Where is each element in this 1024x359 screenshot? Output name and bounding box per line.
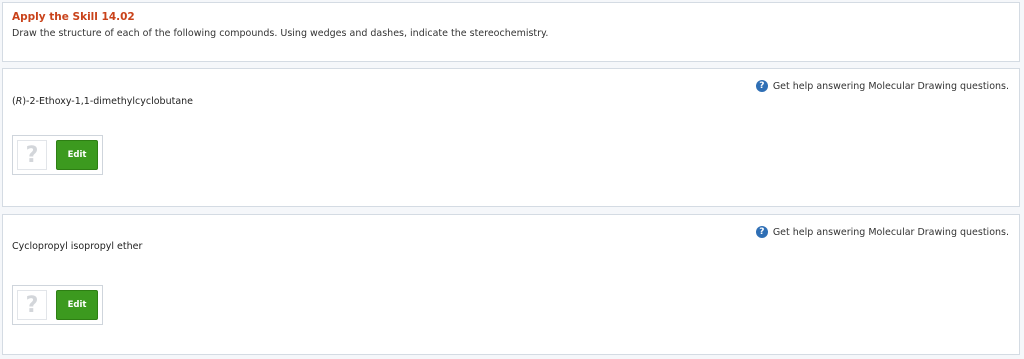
- help-link-text[interactable]: Get help answering Molecular Drawing que…: [773, 227, 1009, 238]
- structure-preview-placeholder: ?: [17, 290, 47, 320]
- drawing-answer-box: ? Edit: [12, 285, 103, 325]
- question-panel-1: ? Get help answering Molecular Drawing q…: [2, 68, 1020, 207]
- edit-button[interactable]: Edit: [56, 140, 98, 170]
- skill-header-panel: Apply the Skill 14.02 Draw the structure…: [2, 2, 1020, 62]
- drawing-answer-box: ? Edit: [12, 135, 103, 175]
- page: Apply the Skill 14.02 Draw the structure…: [0, 0, 1024, 359]
- help-circle-icon[interactable]: ?: [755, 226, 768, 238]
- compound-name: (R)-2-Ethoxy-1,1-dimethylcyclobutane: [12, 96, 194, 107]
- question-panel-2: ? Get help answering Molecular Drawing q…: [2, 214, 1020, 355]
- compound-name-text: -2-Ethoxy-1,1-dimethylcyclobutane: [26, 96, 194, 107]
- compound-name: Cyclopropyl isopropyl ether: [12, 241, 143, 252]
- stereo-descriptor: R: [15, 96, 23, 107]
- molecular-drawing-help-link[interactable]: ? Get help answering Molecular Drawing q…: [755, 80, 1009, 92]
- skill-instructions: Draw the structure of each of the follow…: [12, 28, 549, 39]
- help-link-text[interactable]: Get help answering Molecular Drawing que…: [773, 81, 1009, 92]
- edit-button[interactable]: Edit: [56, 290, 98, 320]
- skill-title: Apply the Skill 14.02: [12, 11, 135, 23]
- molecular-drawing-help-link[interactable]: ? Get help answering Molecular Drawing q…: [755, 226, 1009, 238]
- help-circle-icon[interactable]: ?: [755, 80, 768, 92]
- structure-preview-placeholder: ?: [17, 140, 47, 170]
